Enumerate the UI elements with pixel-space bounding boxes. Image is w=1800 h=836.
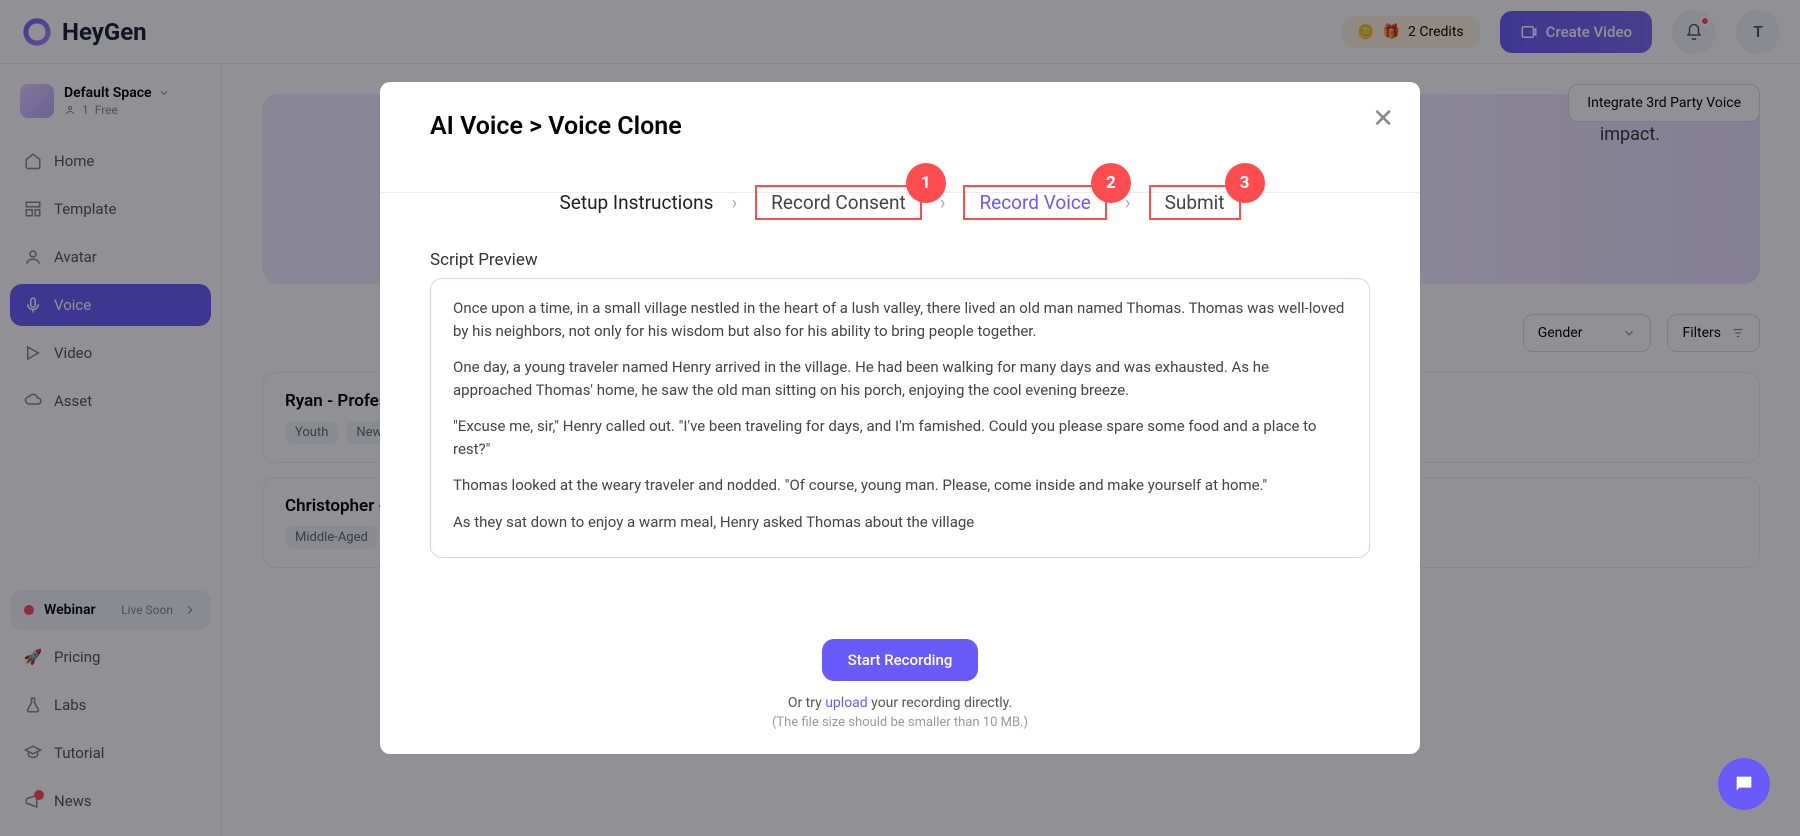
- step-record-voice[interactable]: Record Voice 2: [963, 185, 1106, 220]
- file-size-note: (The file size should be smaller than 10…: [430, 715, 1370, 730]
- chat-icon: [1733, 773, 1755, 795]
- modal-title: AI Voice > Voice Clone: [430, 112, 1370, 141]
- script-paragraph: Thomas looked at the weary traveler and …: [453, 474, 1347, 497]
- script-preview-label: Script Preview: [430, 250, 1370, 270]
- step-record-consent[interactable]: Record Consent 1: [755, 185, 922, 220]
- script-paragraph: Once upon a time, in a small village nes…: [453, 297, 1347, 342]
- start-recording-button[interactable]: Start Recording: [822, 639, 979, 681]
- step-submit[interactable]: Submit 3: [1149, 185, 1241, 220]
- step-number-badge: 3: [1225, 163, 1265, 203]
- step-breadcrumb: Setup Instructions › Record Consent 1 › …: [430, 185, 1370, 220]
- script-paragraph: One day, a young traveler named Henry ar…: [453, 356, 1347, 401]
- upload-hint: Or try upload your recording directly.: [430, 695, 1370, 711]
- breadcrumb-arrow-icon: ›: [731, 191, 737, 214]
- help-fab-button[interactable]: [1718, 758, 1770, 810]
- start-recording-label: Start Recording: [848, 651, 953, 669]
- step-setup: Setup Instructions: [560, 191, 714, 214]
- voice-clone-modal: ✕ AI Voice > Voice Clone Setup Instructi…: [380, 82, 1420, 754]
- upload-link[interactable]: upload: [825, 695, 867, 711]
- modal-overlay: ✕ AI Voice > Voice Clone Setup Instructi…: [0, 0, 1800, 836]
- step-number-badge: 1: [906, 163, 946, 203]
- script-paragraph: As they sat down to enjoy a warm meal, H…: [453, 511, 1347, 534]
- step-label: Record Voice: [979, 191, 1090, 214]
- step-label: Record Consent: [771, 191, 906, 214]
- script-preview-box[interactable]: Once upon a time, in a small village nes…: [430, 278, 1370, 558]
- ortry-post: your recording directly.: [868, 695, 1012, 711]
- step-number-badge: 2: [1091, 163, 1131, 203]
- step-label: Submit: [1165, 191, 1225, 214]
- close-modal-button[interactable]: ✕: [1372, 104, 1394, 134]
- script-paragraph: "Excuse me, sir," Henry called out. "I'v…: [453, 415, 1347, 460]
- ortry-pre: Or try: [788, 695, 825, 711]
